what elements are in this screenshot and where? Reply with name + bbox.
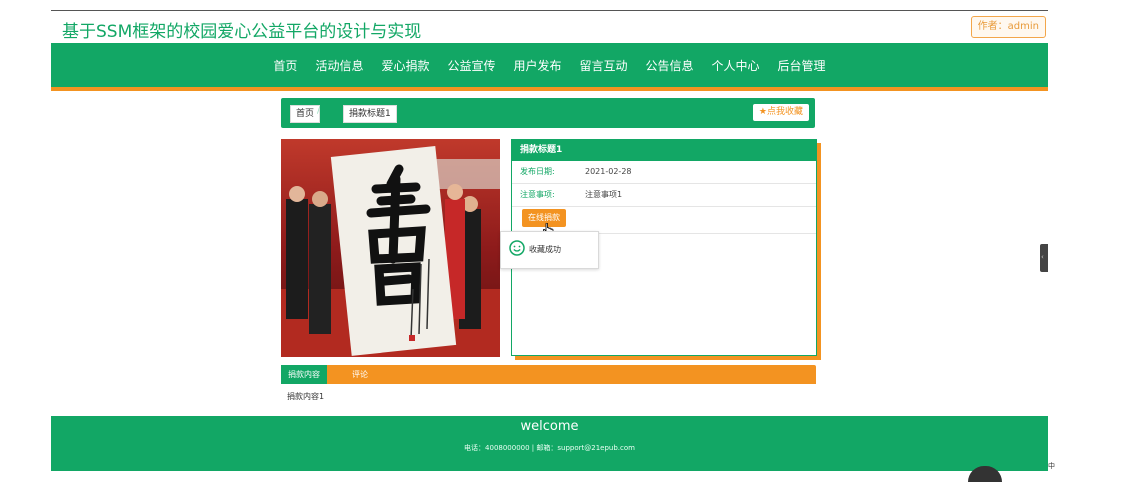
favorite-button[interactable]: ★点我收藏 xyxy=(752,104,809,121)
side-collapse-tab[interactable]: ‹ xyxy=(1040,244,1048,272)
corner-char: 中 xyxy=(1048,462,1055,470)
nav-item-notices[interactable]: 公告信息 xyxy=(646,57,694,74)
nav-item-profile[interactable]: 个人中心 xyxy=(712,57,760,74)
main-nav: 首页 活动信息 爱心捐款 公益宣传 用户发布 留言互动 公告信息 个人中心 后台… xyxy=(51,43,1048,87)
content-tabs: 捐款内容 评论 xyxy=(281,365,816,384)
nav-item-messages[interactable]: 留言互动 xyxy=(580,57,628,74)
nav-accent-stripe xyxy=(51,87,1048,91)
site-footer: welcome 电话：4008000000 | 邮箱：support@21epu… xyxy=(51,416,1048,471)
tab-content-text: 捐款内容1 xyxy=(287,392,325,401)
footer-welcome: welcome xyxy=(520,419,579,434)
nav-item-admin[interactable]: 后台管理 xyxy=(778,57,826,74)
info-value-date: 2021-02-28 xyxy=(585,167,632,176)
breadcrumb-separator: / xyxy=(317,106,321,116)
nav-item-user-posts[interactable]: 用户发布 xyxy=(513,57,561,74)
smile-icon xyxy=(509,240,525,256)
tab-donation-content[interactable]: 捐款内容 xyxy=(281,365,327,384)
info-label-date: 发布日期: xyxy=(520,167,555,176)
info-value-notes: 注意事项1 xyxy=(585,190,623,199)
author-badge[interactable]: 作者：admin xyxy=(970,16,1046,38)
nav-item-activities[interactable]: 活动信息 xyxy=(315,57,363,74)
info-row-notes: 注意事项: 注意事项1 xyxy=(512,184,816,207)
nav-item-donations[interactable]: 爱心捐款 xyxy=(381,57,429,74)
nav-item-promotion[interactable]: 公益宣传 xyxy=(447,57,495,74)
top-header: 基于SSM框架的校园爱心公益平台的设计与实现 作者：admin xyxy=(51,10,1048,44)
favorite-success-toast: 收藏成功 xyxy=(500,231,599,269)
toast-message: 收藏成功 xyxy=(529,245,561,254)
breadcrumb-current[interactable]: 捐款标题1 xyxy=(343,105,397,123)
footer-contact: 电话：4008000000 | 邮箱：support@21epub.com xyxy=(464,444,635,452)
page-container: 基于SSM框架的校园爱心公益平台的设计与实现 作者：admin 首页 活动信息 … xyxy=(51,10,1048,471)
donation-title: 捐款标题1 xyxy=(512,139,816,161)
calligraphy-photo-image xyxy=(281,139,500,357)
breadcrumb: 首页 / 捐款标题1 ★点我收藏 xyxy=(281,98,815,128)
breadcrumb-home[interactable]: 首页 xyxy=(290,105,321,123)
site-title: 基于SSM框架的校园爱心公益平台的设计与实现 xyxy=(62,22,422,42)
info-label-notes: 注意事项: xyxy=(520,190,555,199)
info-row-date: 发布日期: 2021-02-28 xyxy=(512,161,816,184)
nav-item-home[interactable]: 首页 xyxy=(273,57,297,74)
tab-comments[interactable]: 评论 xyxy=(345,365,375,384)
side-tab-glyph: ‹ xyxy=(1041,253,1044,261)
donation-photo xyxy=(281,139,500,357)
